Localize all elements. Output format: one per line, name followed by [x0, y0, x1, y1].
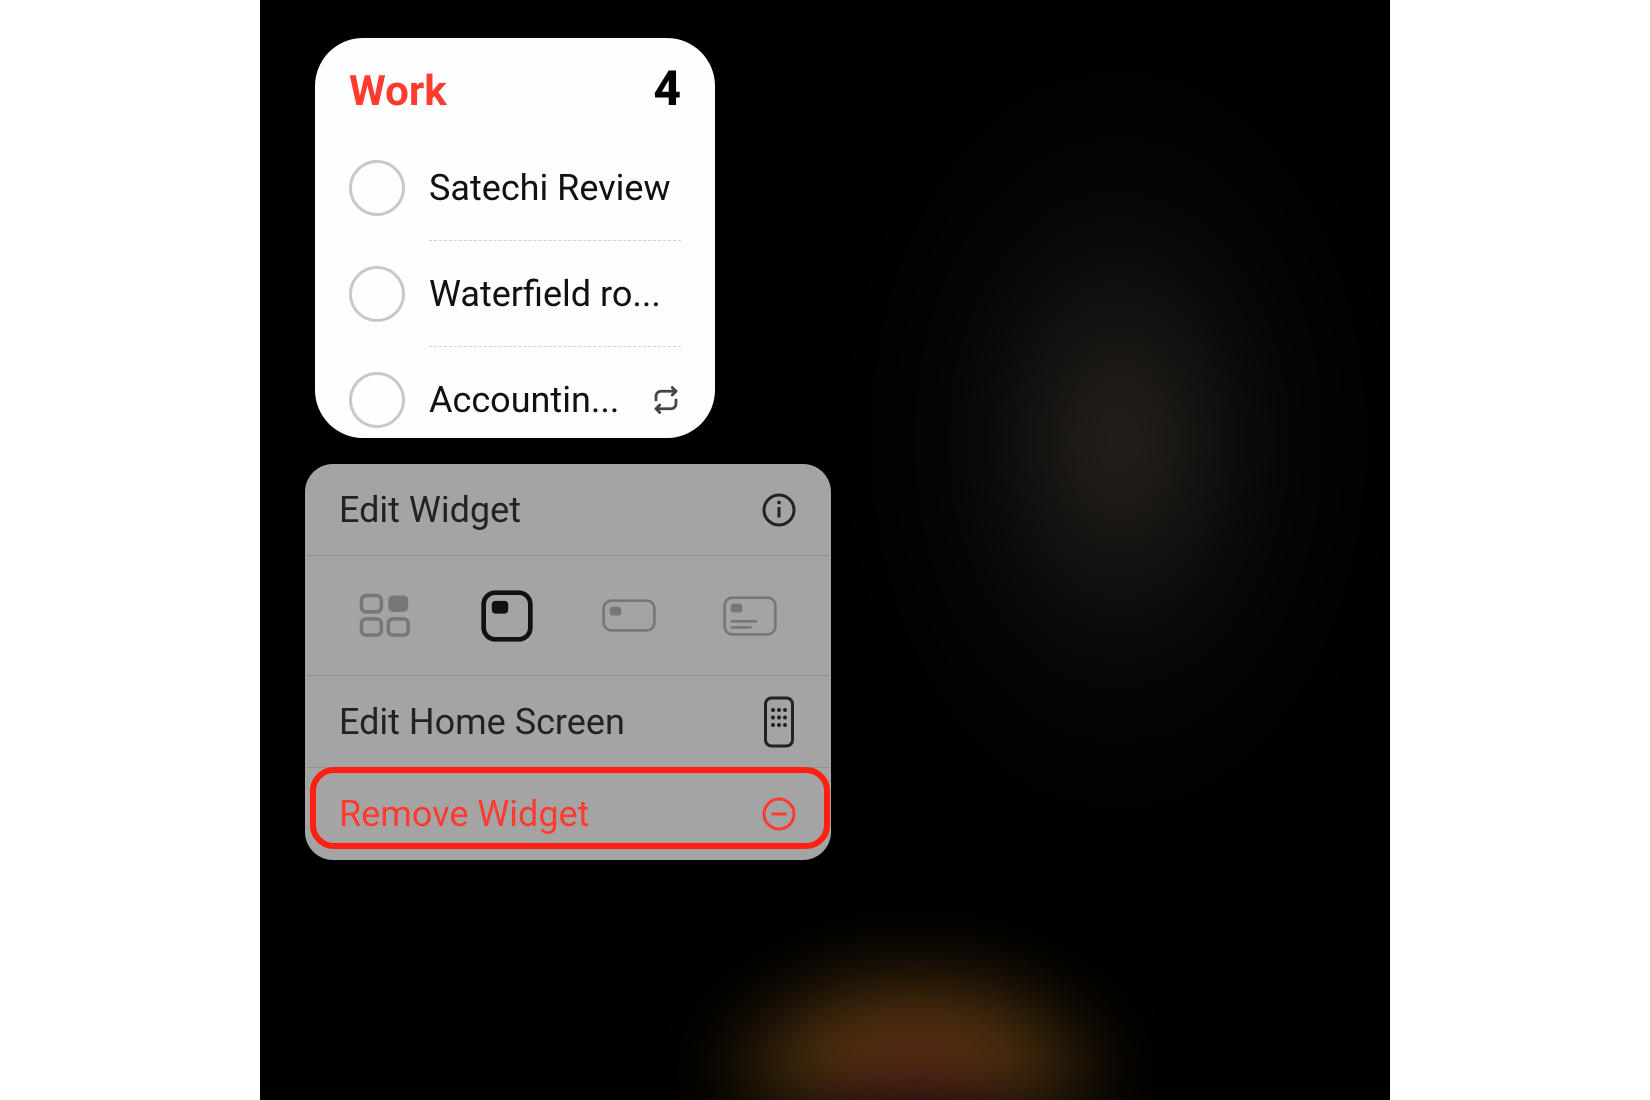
- phone-screen: Work 4 Satechi Review Waterfield ro... A…: [260, 0, 1390, 1100]
- widget-header: Work 4: [349, 60, 681, 117]
- size-option-medium[interactable]: [601, 595, 657, 637]
- minus-circle-icon: [761, 796, 797, 832]
- phone-apps-icon: [761, 704, 797, 740]
- menu-label: Edit Widget: [339, 489, 521, 531]
- widget-size-row: [305, 556, 831, 676]
- reminder-checkbox[interactable]: [349, 160, 405, 216]
- reminders-widget[interactable]: Work 4 Satechi Review Waterfield ro... A…: [315, 38, 715, 438]
- widget-count: 4: [653, 60, 681, 117]
- menu-item-edit-widget[interactable]: Edit Widget: [305, 464, 831, 556]
- repeat-icon: [651, 385, 681, 415]
- size-option-small-square[interactable]: [479, 595, 535, 637]
- reminder-label: Satechi Review: [429, 167, 681, 209]
- menu-item-remove-widget[interactable]: Remove Widget: [305, 768, 831, 860]
- menu-label: Edit Home Screen: [339, 701, 625, 743]
- size-option-large[interactable]: [722, 595, 778, 637]
- wallpaper-color: [712, 825, 1390, 1100]
- widget-context-menu: Edit Widget: [305, 464, 831, 860]
- reminder-label: Waterfield ro...: [429, 273, 681, 315]
- info-icon: [761, 492, 797, 528]
- reminder-item[interactable]: Satechi Review: [349, 135, 681, 241]
- reminder-label: Accountin...: [429, 379, 639, 421]
- widget-title: Work: [349, 67, 447, 116]
- menu-item-edit-home-screen[interactable]: Edit Home Screen: [305, 676, 831, 768]
- reminder-item[interactable]: Waterfield ro...: [349, 241, 681, 347]
- reminder-checkbox[interactable]: [349, 266, 405, 322]
- menu-label: Remove Widget: [339, 793, 589, 835]
- reminder-checkbox[interactable]: [349, 372, 405, 428]
- size-option-small-grid[interactable]: [358, 595, 414, 637]
- reminder-item[interactable]: Accountin...: [349, 347, 681, 453]
